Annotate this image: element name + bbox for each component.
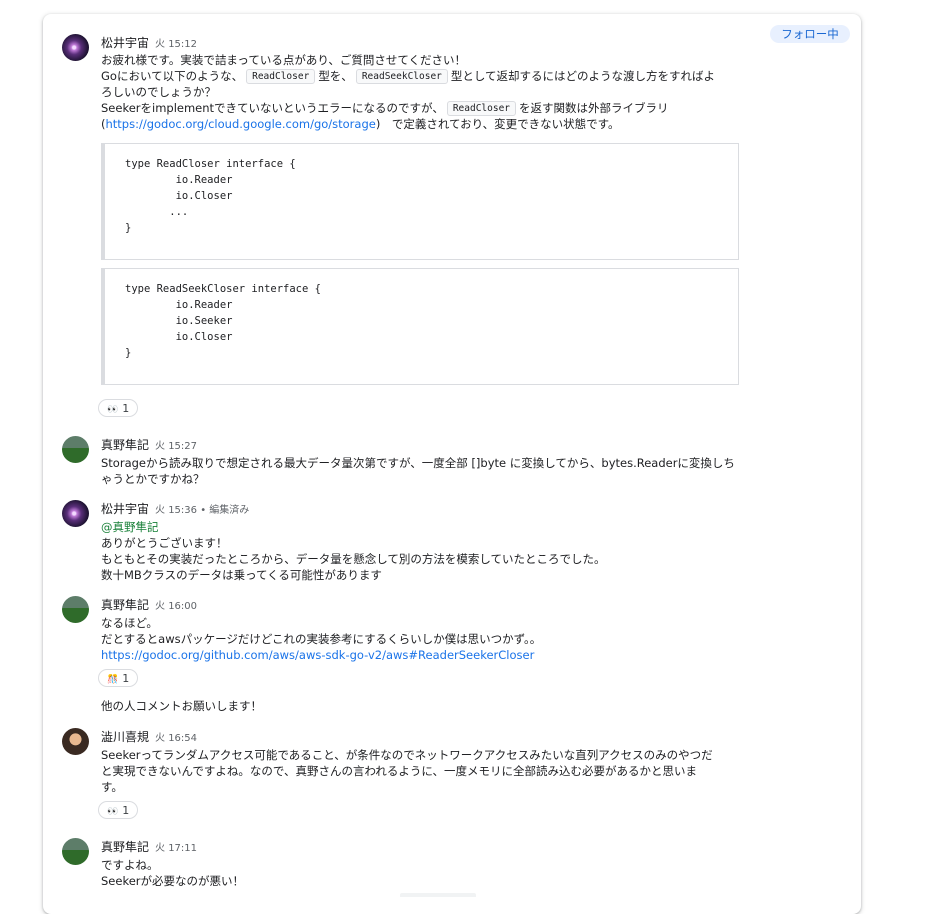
reaction-chip[interactable]: 👀 1 — [98, 399, 139, 417]
author-name[interactable]: 真野隼記 — [101, 598, 149, 612]
avatar[interactable] — [62, 728, 89, 755]
message-text: 数十MBクラスのデータは乗ってくる可能性があります — [101, 568, 382, 582]
timestamp: 火 16:00 — [155, 601, 198, 612]
message-text: Seekerをimplementできていないというエラーになるのですが、 Read… — [101, 100, 741, 116]
timestamp: 火 16:54 — [155, 733, 198, 744]
message-text: Seekerが必要なのが悪い！ — [101, 874, 245, 888]
message-text: ろしいのでしょうか？ — [101, 85, 216, 99]
message-text: 他の人コメントお願いします！ — [101, 699, 262, 713]
avatar[interactable] — [62, 596, 89, 623]
author-name[interactable]: 澁川喜規 — [101, 730, 149, 744]
text-span: Goにおいて以下のような、 — [101, 69, 244, 83]
code-block: type ReadSeekCloser interface { io.Reade… — [101, 268, 739, 385]
avatar[interactable] — [62, 34, 89, 61]
message: 真野隼記火 15:27 Storageから読み取りで想定される最大データ量次第で… — [101, 437, 741, 487]
code-block: type ReadCloser interface { io.Reader io… — [101, 143, 739, 260]
text-span: を返す関数は外部ライブラリ — [519, 101, 669, 115]
message: 真野隼記火 16:00 なるほど。 だとするとawsパッケージだけどこれの実装参… — [101, 597, 741, 663]
message-text: Goにおいて以下のような、 ReadCloser 型を、 ReadSeekCloser… — [101, 68, 741, 84]
message-body: Seekerってランダムアクセス可能であること、が条件なのでネットワークアクセス… — [101, 747, 741, 795]
timestamp: 火 17:11 — [155, 843, 198, 854]
message-body: Storageから読み取りで想定される最大データ量次第ですが、一度全部 []by… — [101, 455, 741, 487]
text-span: 型として返却するにはどのような渡し方をすればよ — [450, 69, 716, 83]
aws-link[interactable]: https://godoc.org/github.com/aws/aws-sdk… — [101, 648, 534, 662]
message-text: す。 — [101, 780, 123, 794]
timestamp: 火 15:12 — [155, 39, 198, 50]
author-name[interactable]: 松井宇宙 — [101, 502, 149, 516]
message: 真野隼記火 17:11 ですよね。 Seekerが必要なのが悪い！ — [101, 839, 741, 889]
message-text: と実現できないんですよね。なので、真野さんの言われるように、一度メモリに全部読み… — [101, 764, 698, 778]
message-text: ですよね。 — [101, 858, 159, 872]
avatar[interactable] — [62, 500, 89, 527]
reaction-count: 1 — [122, 804, 130, 817]
storage-link[interactable]: https://godoc.org/cloud.google.com/go/st… — [106, 117, 376, 131]
message: 澁川喜規火 16:54 Seekerってランダムアクセス可能であること、が条件な… — [101, 729, 741, 795]
message-text: ありがとうございます！ — [101, 536, 228, 550]
message-text: Seekerってランダムアクセス可能であること、が条件なのでネットワークアクセス… — [101, 748, 713, 762]
message-text: だとするとawsパッケージだけどこれの実装参考にするくらいしか僕は思いつかず。。 — [101, 632, 542, 646]
inline-code: ReadSeekCloser — [355, 69, 448, 84]
reaction-chip[interactable]: 🎊 1 — [98, 669, 139, 687]
author-name[interactable]: 真野隼記 — [101, 438, 149, 452]
reaction-chip[interactable]: 👀 1 — [98, 801, 139, 819]
eyes-icon: 👀 — [107, 807, 119, 817]
text-span: ) で定義されており、変更できない状態です。 — [375, 117, 620, 131]
avatar[interactable] — [62, 436, 89, 463]
avatar[interactable] — [62, 838, 89, 865]
message-text: Storageから読み取りで想定される最大データ量次第ですが、一度全部 []by… — [101, 456, 735, 470]
message-body: ですよね。 Seekerが必要なのが悪い！ — [101, 857, 741, 889]
message-body: @真野隼記 ありがとうございます！ もともとその実装だったところから、データ量を… — [101, 519, 741, 583]
message-body: お疲れ様です。実装で詰まっている点があり、ご質問させてください！ Goにおいて以… — [101, 52, 741, 132]
timestamp: 火 15:36 — [155, 505, 198, 516]
message: 松井宇宙火 15:36 • 編集済み @真野隼記 ありがとうございます！ もとも… — [101, 501, 741, 583]
message-text: お疲れ様です。実装で詰まっている点があり、ご質問させてください！ — [101, 53, 467, 67]
scroll-hint — [400, 893, 476, 897]
author-name[interactable]: 松井宇宙 — [101, 36, 149, 50]
mention[interactable]: @真野隼記 — [101, 519, 741, 535]
party-icon: 🎊 — [107, 675, 119, 685]
follow-button[interactable]: フォロー中 — [770, 25, 850, 43]
message: 松井宇宙火 15:12 お疲れ様です。実装で詰まっている点があり、ご質問させてく… — [101, 35, 741, 132]
message-text: ゃうとかですかね？ — [101, 472, 205, 486]
timestamp: 火 15:27 — [155, 441, 198, 452]
text-span: 型を、 — [318, 69, 353, 83]
reaction-count: 1 — [122, 672, 130, 685]
message-text: (https://godoc.org/cloud.google.com/go/s… — [101, 116, 741, 132]
eyes-icon: 👀 — [107, 405, 119, 415]
edited-label: • 編集済み — [197, 505, 250, 516]
message-text: なるほど。 — [101, 616, 158, 630]
message-body: なるほど。 だとするとawsパッケージだけどこれの実装参考にするくらいしか僕は思… — [101, 615, 741, 663]
inline-code: ReadCloser — [446, 101, 517, 116]
author-name[interactable]: 真野隼記 — [101, 840, 149, 854]
inline-code: ReadCloser — [246, 69, 316, 84]
message-text: もともとその実装だったところから、データ量を懸念して別の方法を模索していたところ… — [101, 552, 606, 566]
text-span: Seekerをimplementできていないというエラーになるのですが、 — [101, 101, 444, 115]
reaction-count: 1 — [122, 402, 130, 415]
